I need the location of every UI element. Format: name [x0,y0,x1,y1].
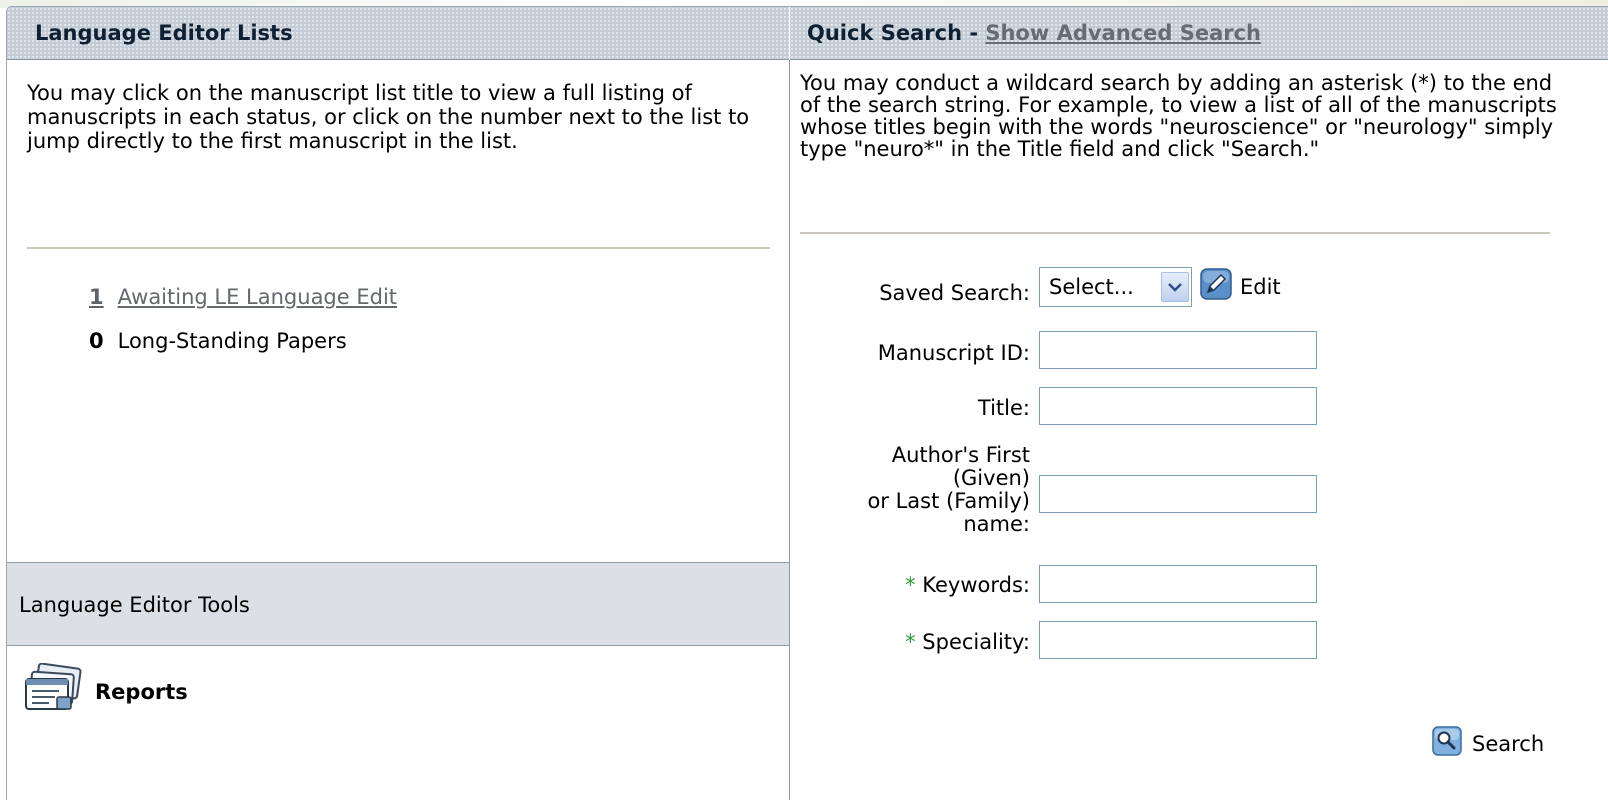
required-marker: * [905,630,916,654]
tools-header-title: Language Editor Tools [19,593,250,617]
author-name-label: Author's First (Given) or Last (Family) … [867,443,1030,536]
reports-icon [23,662,87,720]
title-label: Title: [977,396,1030,420]
saved-search-label: Saved Search: [879,281,1030,305]
magnifier-icon [1432,726,1462,761]
pencil-edit-icon [1200,268,1232,305]
manuscript-lists: 1 Awaiting LE Language Edit 0 Long-Standin… [89,285,397,373]
list-title-link[interactable]: Awaiting LE Language Edit [118,285,397,309]
speciality-input[interactable] [1039,621,1317,659]
list-item-awaiting-le-language-edit: 1 Awaiting LE Language Edit [89,285,397,329]
search-separator [800,232,1550,234]
edit-saved-search-button[interactable]: Edit [1200,268,1281,305]
lists-header-title: Language Editor Lists [35,21,293,45]
reports-label: Reports [95,679,188,704]
search-button[interactable]: Search [1432,726,1544,761]
manuscript-id-input[interactable] [1039,331,1317,369]
list-count-link[interactable]: 1 [89,285,104,309]
show-advanced-search-link[interactable]: Show Advanced Search [985,21,1261,45]
panel-divider [789,60,790,800]
quick-search-title: Quick Search - [807,21,986,45]
saved-search-value: Select... [1049,275,1134,299]
quick-search-header: Quick Search - Show Advanced Search [790,7,1608,60]
manuscript-id-label: Manuscript ID: [877,341,1030,365]
list-item-long-standing-papers: 0 Long-Standing Papers [89,329,397,373]
list-count: 0 [89,329,104,353]
chevron-down-icon[interactable] [1161,272,1189,302]
lists-separator [27,247,770,249]
reports-link[interactable]: Reports [23,662,188,720]
required-marker: * [905,573,916,597]
edit-label: Edit [1240,274,1281,299]
list-title: Long-Standing Papers [117,329,347,353]
keywords-input[interactable] [1039,565,1317,603]
search-instructions: You may conduct a wildcard search by add… [800,71,1557,161]
saved-search-select[interactable]: Select... [1039,267,1192,307]
language-editor-tools-header: Language Editor Tools [7,562,789,646]
lists-instructions: You may click on the manuscript list tit… [27,81,750,153]
speciality-label: * Speciality: [905,630,1030,654]
search-label: Search [1472,731,1545,756]
title-input[interactable] [1039,387,1317,425]
language-editor-lists-header: Language Editor Lists [7,7,789,60]
author-name-input[interactable] [1039,475,1317,513]
keywords-label: * Keywords: [905,573,1030,597]
